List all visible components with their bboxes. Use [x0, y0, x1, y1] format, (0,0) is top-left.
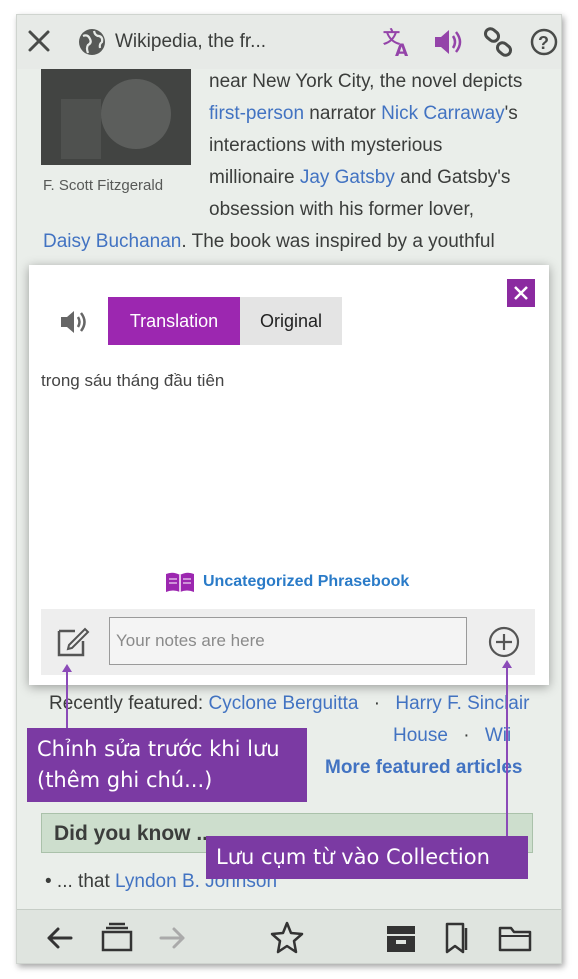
folder-icon[interactable] [497, 920, 533, 956]
tab-translation[interactable]: Translation [108, 297, 240, 345]
close-icon [514, 286, 528, 300]
pronounce-speaker-icon[interactable] [57, 305, 91, 339]
app-frame: Wikipedia, the fr... 文 A ? F. Scott Fitz… [16, 14, 562, 964]
tabs-icon[interactable] [99, 920, 135, 956]
phrasebook-label: Uncategorized Phrasebook [203, 573, 410, 590]
edit-callout-line1: Chỉnh sửa trước khi lưu [37, 737, 280, 761]
forward-arrow-icon[interactable] [155, 920, 191, 956]
dialog-close-button[interactable] [507, 279, 535, 307]
inbox-icon[interactable] [383, 920, 419, 956]
back-arrow-icon[interactable] [41, 920, 77, 956]
notes-bar [41, 609, 535, 675]
add-circle-icon[interactable] [487, 625, 521, 659]
edit-annotation-line [66, 670, 68, 728]
edit-callout-line2: (thêm ghi chú...) [37, 768, 213, 792]
save-annotation-arrow [502, 660, 512, 668]
translation-text: trong sáu tháng đầu tiên [41, 371, 225, 390]
book-icon [166, 572, 194, 592]
edit-annotation-arrow [62, 664, 72, 672]
save-callout-text: Lưu cụm từ vào Collection [216, 845, 490, 869]
bottom-toolbar [17, 909, 561, 963]
star-icon[interactable] [269, 920, 305, 956]
save-annotation-line [506, 666, 508, 838]
bookmarks-icon[interactable] [439, 920, 475, 956]
notes-input[interactable] [109, 617, 467, 665]
edit-icon[interactable] [55, 623, 91, 659]
edit-callout: Chỉnh sửa trước khi lưu (thêm ghi chú...… [27, 728, 307, 802]
translation-dialog: Translation Original trong sáu tháng đầu… [29, 265, 549, 685]
tab-original[interactable]: Original [240, 297, 342, 345]
save-callout: Lưu cụm từ vào Collection [206, 836, 528, 879]
